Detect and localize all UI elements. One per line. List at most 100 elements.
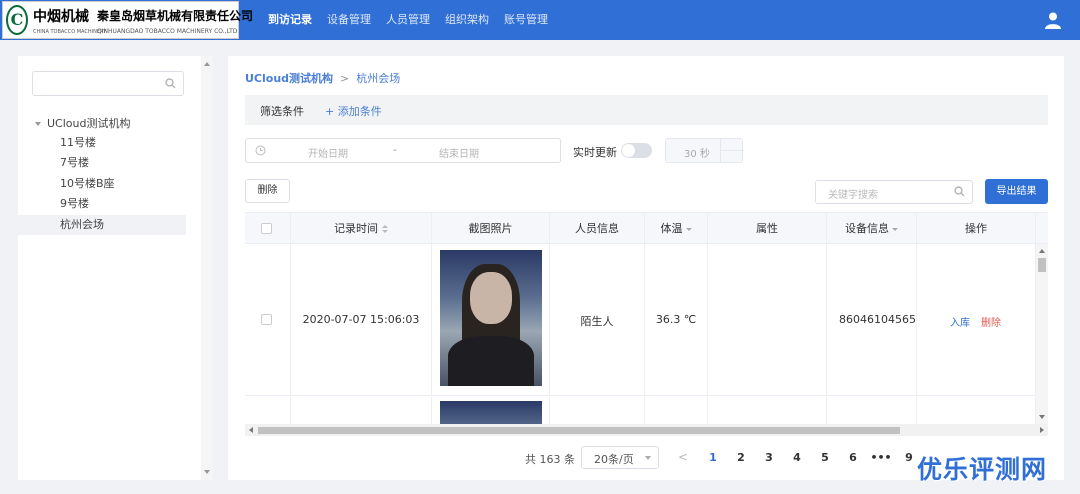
chevron-down-icon[interactable] bbox=[685, 227, 692, 231]
breadcrumb-current: 杭州会场 bbox=[356, 72, 401, 85]
header-snapshot: 截图照片 bbox=[432, 213, 550, 244]
sort-icon[interactable] bbox=[382, 224, 388, 234]
tree-item-building-10b[interactable]: 10号楼B座 bbox=[18, 174, 186, 194]
photo-face bbox=[470, 272, 512, 324]
cell-temperature: 36.3 ℃ bbox=[645, 244, 708, 395]
tree-item-building-9[interactable]: 9号楼 bbox=[18, 194, 186, 214]
header-attribute: 属性 bbox=[708, 213, 827, 244]
nav-device-management[interactable]: 设备管理 bbox=[327, 0, 371, 40]
chevron-down-icon bbox=[645, 456, 651, 460]
stepper-buttons[interactable] bbox=[720, 139, 744, 162]
tree-item-building-7[interactable]: 7号楼 bbox=[18, 153, 186, 173]
table-header: 记录时间 截图照片 人员信息 体温 属性 设备信息 操作 bbox=[245, 213, 1048, 244]
filter-label: 筛选条件 bbox=[260, 105, 304, 118]
header-select-all-cell bbox=[245, 213, 291, 244]
tree-item-hangzhou-venue[interactable]: 杭州会场 bbox=[18, 215, 186, 235]
page-size-value: 20条/页 bbox=[594, 453, 634, 466]
row-select-cell bbox=[245, 244, 291, 395]
tree-root-node[interactable]: UCloud测试机构 bbox=[35, 115, 130, 131]
import-link[interactable]: 入库 bbox=[950, 314, 970, 329]
top-header: C 中烟机械 秦皇岛烟草机械有限责任公司 CHINA TOBACCO MACHI… bbox=[0, 0, 1080, 40]
scroll-down-icon[interactable] bbox=[204, 470, 210, 474]
delete-row-link[interactable]: 删除 bbox=[981, 314, 1001, 329]
page-1[interactable]: 1 bbox=[702, 446, 724, 469]
table-row: 2020-07-07 15:06:03 陌生人 36.3 ℃ 860461045… bbox=[245, 244, 1048, 396]
page-6[interactable]: 6 bbox=[842, 446, 864, 469]
refresh-interval-stepper[interactable]: 30 秒 bbox=[665, 138, 744, 163]
scroll-right-icon[interactable] bbox=[1040, 427, 1044, 433]
table-vertical-scrollbar[interactable] bbox=[1036, 244, 1048, 424]
pagination-total: 共 163 条 bbox=[525, 453, 575, 466]
scroll-up-icon[interactable] bbox=[204, 62, 210, 66]
temperature-text: 36.3 ℃ bbox=[655, 313, 697, 326]
export-results-button[interactable]: 导出结果 bbox=[985, 179, 1048, 204]
scrollbar-thumb[interactable] bbox=[258, 427, 900, 434]
logo-company-text: 秦皇岛烟草机械有限责任公司 bbox=[97, 9, 254, 23]
scroll-down-icon[interactable] bbox=[1039, 415, 1045, 419]
logo-subtitle-left: CHINA TOBACCO MACHINERY bbox=[33, 29, 107, 35]
header-device-info-label: 设备信息 bbox=[845, 222, 889, 235]
filter-bar: 筛选条件 + 添加条件 bbox=[245, 95, 1048, 125]
nav-people-management[interactable]: 人员管理 bbox=[386, 0, 430, 40]
select-all-checkbox[interactable] bbox=[261, 223, 272, 234]
company-logo: C 中烟机械 秦皇岛烟草机械有限责任公司 CHINA TOBACCO MACHI… bbox=[2, 1, 253, 39]
main-panel: UCloud测试机构 > 杭州会场 筛选条件 + 添加条件 开始日期 - 结束日期 … bbox=[228, 56, 1064, 480]
breadcrumb-separator: > bbox=[340, 72, 350, 85]
page-3[interactable]: 3 bbox=[758, 446, 780, 469]
site-watermark: 优乐评测网 bbox=[917, 455, 1048, 484]
snapshot-photo[interactable] bbox=[440, 250, 542, 386]
delete-button[interactable]: 删除 bbox=[245, 179, 290, 203]
cell-attribute bbox=[708, 244, 827, 395]
add-filter-button[interactable]: + 添加条件 bbox=[325, 103, 382, 119]
records-table: 记录时间 截图照片 人员信息 体温 属性 设备信息 操作 2020-07-07 … bbox=[245, 212, 1048, 436]
tree-search-input[interactable] bbox=[32, 71, 184, 96]
cell-snapshot bbox=[432, 244, 550, 395]
header-person-info: 人员信息 bbox=[550, 213, 645, 244]
sidebar-scrollbar[interactable] bbox=[201, 56, 213, 480]
row-checkbox[interactable] bbox=[261, 314, 272, 325]
realtime-update-toggle[interactable] bbox=[621, 143, 652, 158]
page-4[interactable]: 4 bbox=[786, 446, 808, 469]
logo-mark-icon: C bbox=[6, 5, 28, 35]
tree-item-building-11[interactable]: 11号楼 bbox=[18, 133, 186, 153]
cell-actions: 入库 删除 bbox=[917, 244, 1036, 395]
table-horizontal-scrollbar[interactable] bbox=[245, 424, 1048, 436]
search-icon[interactable] bbox=[954, 186, 965, 197]
page-2[interactable]: 2 bbox=[730, 446, 752, 469]
refresh-interval-value: 30 秒 bbox=[684, 149, 710, 160]
device-info-text: 8604610456556 bbox=[839, 313, 916, 326]
header-temperature[interactable]: 体温 bbox=[645, 213, 708, 244]
scrollbar-thumb[interactable] bbox=[1038, 258, 1046, 272]
nav-organization[interactable]: 组织架构 bbox=[445, 0, 489, 40]
breadcrumb-root[interactable]: UCloud测试机构 bbox=[245, 72, 333, 85]
photo-body bbox=[448, 336, 534, 386]
nav-visit-records[interactable]: 到访记录 bbox=[268, 0, 312, 40]
nav-account-management[interactable]: 账号管理 bbox=[504, 0, 548, 40]
tree-root-label: UCloud测试机构 bbox=[47, 117, 131, 130]
person-info-text: 陌生人 bbox=[580, 315, 614, 328]
header-device-info[interactable]: 设备信息 bbox=[827, 213, 917, 244]
user-icon[interactable] bbox=[1044, 11, 1062, 29]
header-record-time[interactable]: 记录时间 bbox=[291, 213, 432, 244]
breadcrumb: UCloud测试机构 > 杭州会场 bbox=[245, 70, 400, 86]
toggle-knob bbox=[622, 144, 635, 157]
scroll-up-icon[interactable] bbox=[1039, 249, 1045, 253]
chevron-down-icon[interactable] bbox=[892, 227, 898, 231]
main-nav: 到访记录 设备管理 人员管理 组织架构 账号管理 bbox=[268, 0, 563, 40]
header-temperature-label: 体温 bbox=[660, 222, 683, 235]
page-5[interactable]: 5 bbox=[814, 446, 836, 469]
logo-brand-text: 中烟机械 bbox=[33, 9, 89, 25]
end-date-input[interactable]: 结束日期 bbox=[439, 145, 479, 160]
page-size-select[interactable]: 20条/页 bbox=[581, 446, 659, 469]
page-ellipsis[interactable]: ••• bbox=[870, 446, 892, 469]
keyword-search-placeholder: 关键字搜索 bbox=[828, 190, 878, 201]
date-separator: - bbox=[393, 145, 397, 156]
prev-page-button[interactable]: < bbox=[677, 446, 689, 469]
cell-person-info: 陌生人 bbox=[550, 244, 645, 395]
scroll-left-icon[interactable] bbox=[249, 427, 253, 433]
start-date-input[interactable]: 开始日期 bbox=[308, 145, 348, 160]
header-record-time-label: 记录时间 bbox=[334, 222, 378, 235]
date-range-picker[interactable]: 开始日期 - 结束日期 bbox=[245, 138, 561, 163]
keyword-search-input[interactable]: 关键字搜索 bbox=[815, 180, 973, 204]
record-time-text: 2020-07-07 15:06:03 bbox=[302, 313, 420, 326]
